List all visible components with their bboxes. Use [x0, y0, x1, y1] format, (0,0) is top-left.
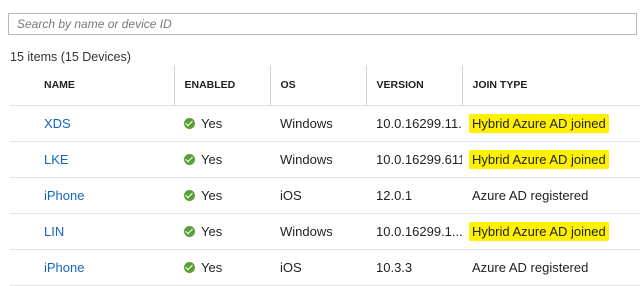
- check-circle-icon: [184, 154, 195, 165]
- device-name-link[interactable]: LKE: [44, 152, 69, 167]
- table-row[interactable]: XDS Yes Windows 10.0.16299.11... Hybrid Azur…: [10, 105, 640, 142]
- join-type-value: Hybrid Azure AD joined: [469, 150, 609, 169]
- device-name-link[interactable]: XDS: [44, 116, 71, 131]
- os-cell: iOS: [270, 249, 366, 286]
- device-name-cell: LIN: [10, 213, 174, 250]
- join-type-cell: Hybrid Azure AD joined: [462, 213, 640, 250]
- join-type-cell: Hybrid Azure AD joined: [462, 141, 640, 178]
- version-cell: 10.0.16299.11...: [366, 105, 462, 142]
- check-circle-icon: [184, 190, 195, 201]
- table-row[interactable]: iPhone Yes iOS 10.3.3 Azure AD registered: [10, 249, 640, 286]
- item-count: 15 items (15 Devices): [10, 50, 131, 64]
- device-name-cell: LKE: [10, 141, 174, 178]
- join-type-cell: Azure AD registered: [462, 177, 640, 214]
- enabled-value: Yes: [201, 260, 223, 275]
- version-cell: 10.0.16299.1...: [366, 213, 462, 250]
- enabled-value: Yes: [201, 116, 223, 131]
- os-cell: Windows: [270, 105, 366, 142]
- version-cell: 10.3.3: [366, 249, 462, 286]
- table-row[interactable]: iPhone Yes iOS 12.0.1 Azure AD registered: [10, 177, 640, 214]
- enabled-value: Yes: [201, 188, 223, 203]
- join-type-cell: Hybrid Azure AD joined: [462, 105, 640, 142]
- device-name-link[interactable]: iPhone: [44, 260, 84, 275]
- check-circle-icon: [184, 118, 195, 129]
- version-cell: 10.0.16299.611: [366, 141, 462, 178]
- column-header-enabled[interactable]: ENABLED: [173, 65, 270, 106]
- device-name-cell: iPhone: [10, 177, 174, 214]
- device-name-cell: iPhone: [10, 249, 174, 286]
- check-circle-icon: [184, 262, 195, 273]
- devices-table: NAME ENABLED OS VERSION JOIN TYPE XDS Yes…: [10, 65, 640, 286]
- join-type-cell: Azure AD registered: [462, 249, 640, 286]
- enabled-cell: Yes: [174, 249, 270, 286]
- column-header-version[interactable]: VERSION: [365, 65, 462, 106]
- device-name-link[interactable]: LIN: [44, 224, 64, 239]
- os-cell: Windows: [270, 213, 366, 250]
- search-input[interactable]: [9, 14, 636, 34]
- device-name-cell: XDS: [10, 105, 174, 142]
- enabled-cell: Yes: [174, 141, 270, 178]
- search-box[interactable]: [8, 13, 637, 35]
- join-type-value: Azure AD registered: [472, 188, 589, 203]
- os-cell: iOS: [270, 177, 366, 214]
- version-cell: 12.0.1: [366, 177, 462, 214]
- enabled-value: Yes: [201, 224, 223, 239]
- device-name-link[interactable]: iPhone: [44, 188, 84, 203]
- column-header-join-type[interactable]: JOIN TYPE: [461, 65, 640, 106]
- table-header-row: NAME ENABLED OS VERSION JOIN TYPE: [10, 65, 640, 106]
- column-header-name[interactable]: NAME: [10, 65, 174, 106]
- table-row[interactable]: LIN Yes Windows 10.0.16299.1... Hybrid Azure…: [10, 213, 640, 250]
- enabled-cell: Yes: [174, 105, 270, 142]
- table-row[interactable]: LKE Yes Windows 10.0.16299.611 Hybrid Azure …: [10, 141, 640, 178]
- check-circle-icon: [184, 226, 195, 237]
- join-type-value: Hybrid Azure AD joined: [469, 222, 609, 241]
- os-cell: Windows: [270, 141, 366, 178]
- column-header-os[interactable]: OS: [269, 65, 366, 106]
- enabled-value: Yes: [201, 152, 223, 167]
- join-type-value: Hybrid Azure AD joined: [469, 114, 609, 133]
- enabled-cell: Yes: [174, 177, 270, 214]
- enabled-cell: Yes: [174, 213, 270, 250]
- join-type-value: Azure AD registered: [472, 260, 589, 275]
